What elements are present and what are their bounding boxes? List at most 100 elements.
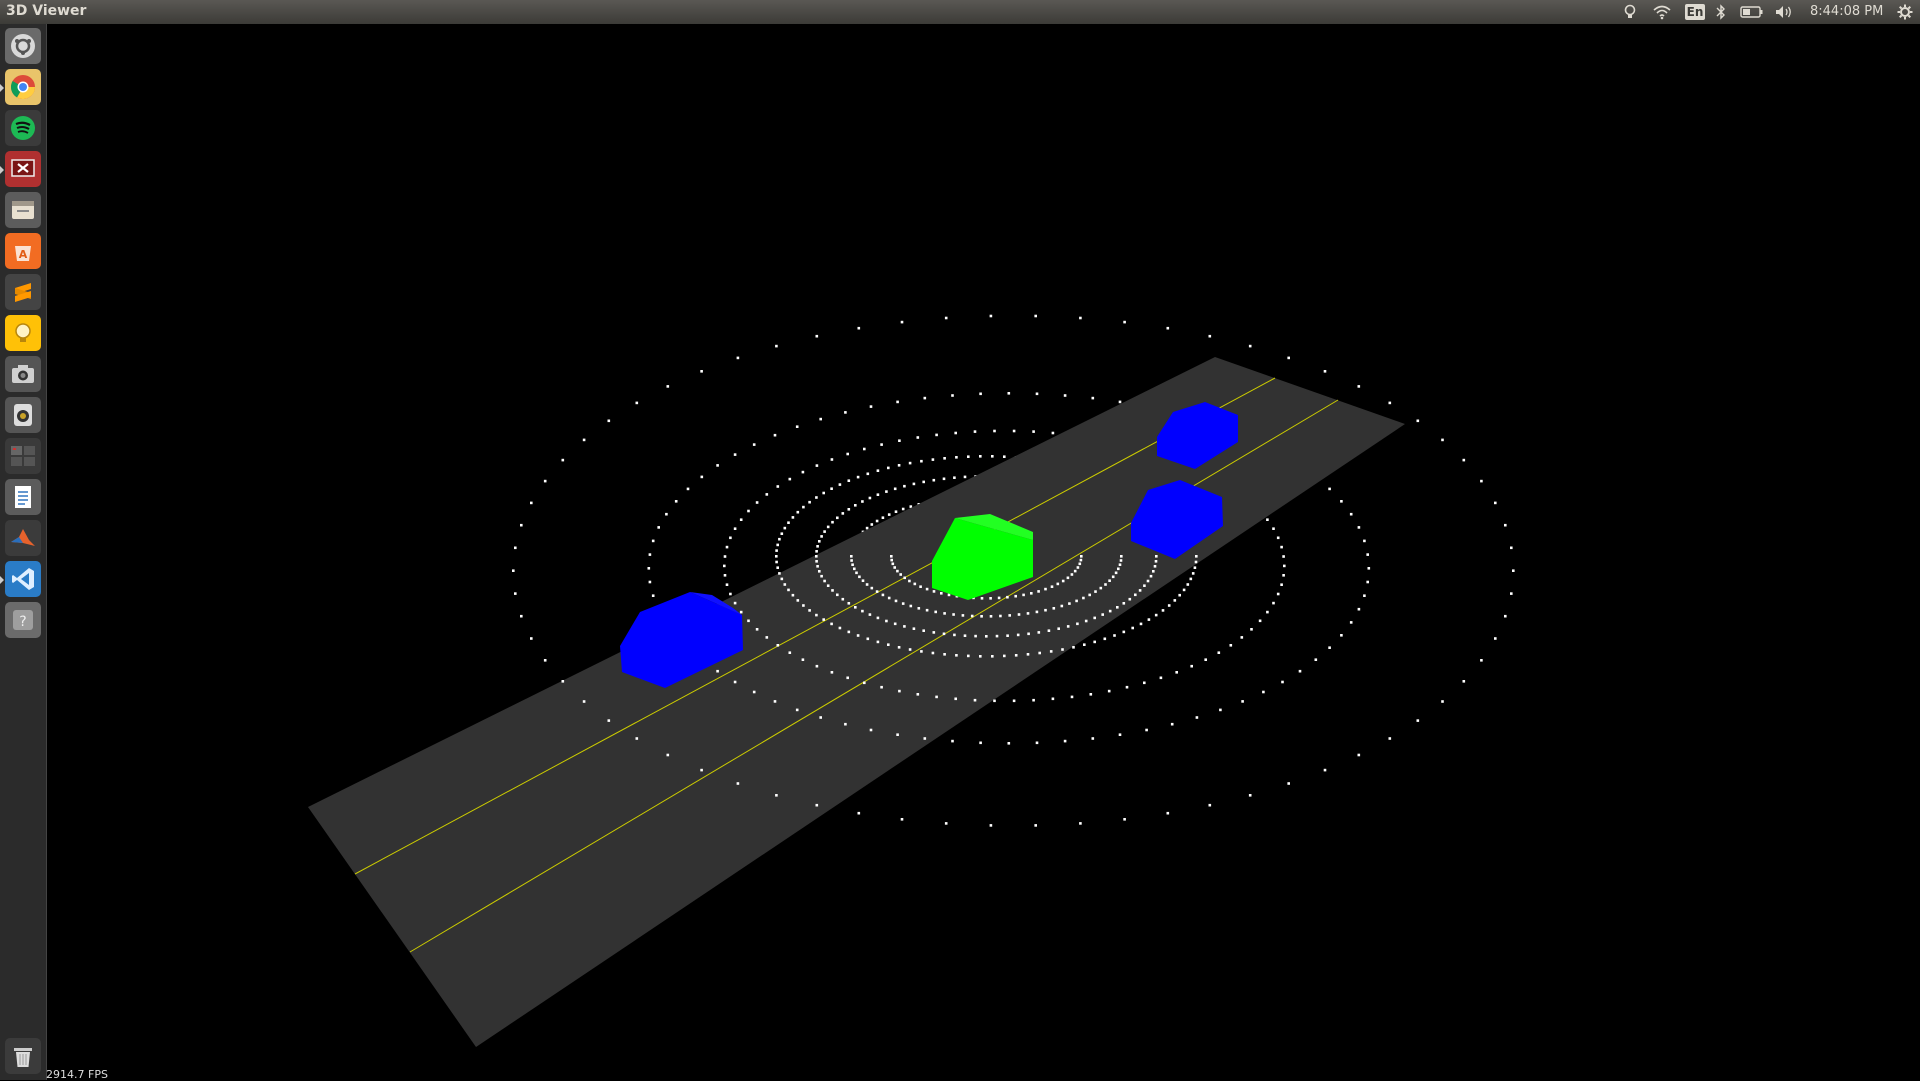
lidar-point (856, 475, 860, 479)
dash-icon[interactable] (5, 28, 41, 64)
lidar-point (530, 637, 533, 640)
lidar-point (775, 555, 778, 558)
lidar-point (1357, 607, 1361, 611)
lidar-point (1052, 607, 1056, 610)
lidar-point (520, 614, 523, 618)
lidar-point (1070, 695, 1074, 699)
lidar-point (963, 475, 967, 479)
lidar-point (961, 614, 965, 617)
lidar-point (853, 567, 856, 571)
ideas-bulb-icon[interactable] (5, 315, 41, 351)
lidar-point (1056, 582, 1060, 586)
unknown-app-icon[interactable]: ? (5, 602, 41, 638)
lidar-point (635, 737, 639, 740)
fps-counter: 2914.7 FPS (46, 1068, 108, 1081)
spotify-icon[interactable] (5, 110, 41, 146)
lidar-point (1328, 646, 1331, 649)
lidar-point (635, 401, 639, 405)
lidar-point (875, 590, 879, 593)
lidar-point (880, 443, 883, 446)
clock[interactable]: 8:44:08 PM (1810, 4, 1883, 19)
lidar-point (1014, 654, 1018, 657)
presentation-app-icon[interactable] (0, 151, 41, 187)
lidar-point (989, 824, 993, 827)
lidar-point (723, 564, 726, 568)
lidar-point (923, 396, 927, 400)
lidar-point (903, 484, 906, 488)
lidar-point (1007, 392, 1011, 395)
gear-icon[interactable] (1894, 0, 1916, 24)
lidar-point (900, 818, 904, 821)
lidar-point (1113, 634, 1116, 637)
lidar-point (816, 565, 819, 568)
lidar-point (747, 509, 750, 513)
lidar-point (801, 658, 805, 661)
lidar-point (893, 622, 897, 626)
lidar-point (514, 592, 517, 595)
lidar-point (1191, 572, 1195, 575)
sublime-text-icon[interactable] (5, 274, 41, 310)
lidar-point (912, 627, 916, 630)
lidar-point (1108, 609, 1112, 613)
lidar-point (1027, 632, 1030, 636)
matlab-icon[interactable] (5, 520, 41, 556)
lidar-point (931, 458, 935, 461)
lidar-point (1114, 571, 1118, 575)
lidar-point (1032, 698, 1035, 702)
3d-viewport[interactable] (47, 24, 1920, 1080)
lidar-point (739, 518, 743, 521)
lidar-point (868, 496, 872, 500)
lidar-point (1066, 576, 1070, 580)
lidar-point (908, 579, 911, 583)
lidar-point (686, 487, 690, 491)
lidar-point (951, 394, 954, 397)
lidar-point (932, 590, 936, 593)
lidar-point (1034, 314, 1037, 318)
camera-icon[interactable] (5, 356, 41, 392)
lidar-point (1154, 613, 1158, 617)
battery-icon[interactable] (1738, 0, 1766, 24)
lidar-point (1022, 593, 1025, 597)
text-document-icon[interactable] (5, 479, 41, 515)
lidar-point (1441, 438, 1444, 442)
lidar-point (951, 739, 954, 743)
lidar-point (1008, 614, 1011, 617)
scene-canvas[interactable] (47, 24, 1920, 1080)
lidar-point (1363, 539, 1366, 543)
lidar-point (967, 455, 970, 458)
lidar-point (1504, 523, 1507, 527)
lidar-point (891, 562, 895, 566)
software-center-icon[interactable]: A (5, 233, 41, 269)
lidar-point (1416, 419, 1420, 423)
lidar-point (1089, 693, 1093, 696)
lidar-point (863, 681, 866, 685)
lidar-point (1101, 613, 1104, 616)
lidar-point (932, 478, 936, 482)
lidar-point (1066, 625, 1070, 628)
chrome-icon[interactable] (0, 69, 41, 105)
lidar-point (838, 626, 842, 630)
lightbulb-icon[interactable] (1620, 0, 1640, 24)
lidar-point (788, 651, 792, 654)
keyboard-layout[interactable]: En (1684, 0, 1706, 24)
workspace-switcher-icon[interactable] (5, 438, 41, 474)
lidar-point (943, 457, 946, 460)
lidar-point (795, 708, 799, 712)
speaker-app-icon[interactable] (5, 397, 41, 433)
lidar-point (561, 458, 565, 462)
lidar-point (1014, 594, 1017, 598)
wifi-icon[interactable] (1650, 0, 1674, 24)
lidar-point (1250, 628, 1253, 631)
lidar-point (830, 458, 834, 461)
lidar-point (943, 653, 946, 656)
lidar-point (1118, 733, 1122, 736)
lidar-point (1366, 580, 1369, 584)
vscode-icon[interactable] (0, 561, 41, 597)
bluetooth-icon[interactable] (1712, 0, 1730, 24)
lidar-point (973, 698, 977, 702)
lidar-point (1050, 585, 1054, 588)
trash-icon[interactable] (5, 1038, 41, 1074)
files-icon[interactable] (5, 192, 41, 228)
lidar-point (1328, 487, 1331, 491)
volume-icon[interactable] (1772, 0, 1796, 24)
